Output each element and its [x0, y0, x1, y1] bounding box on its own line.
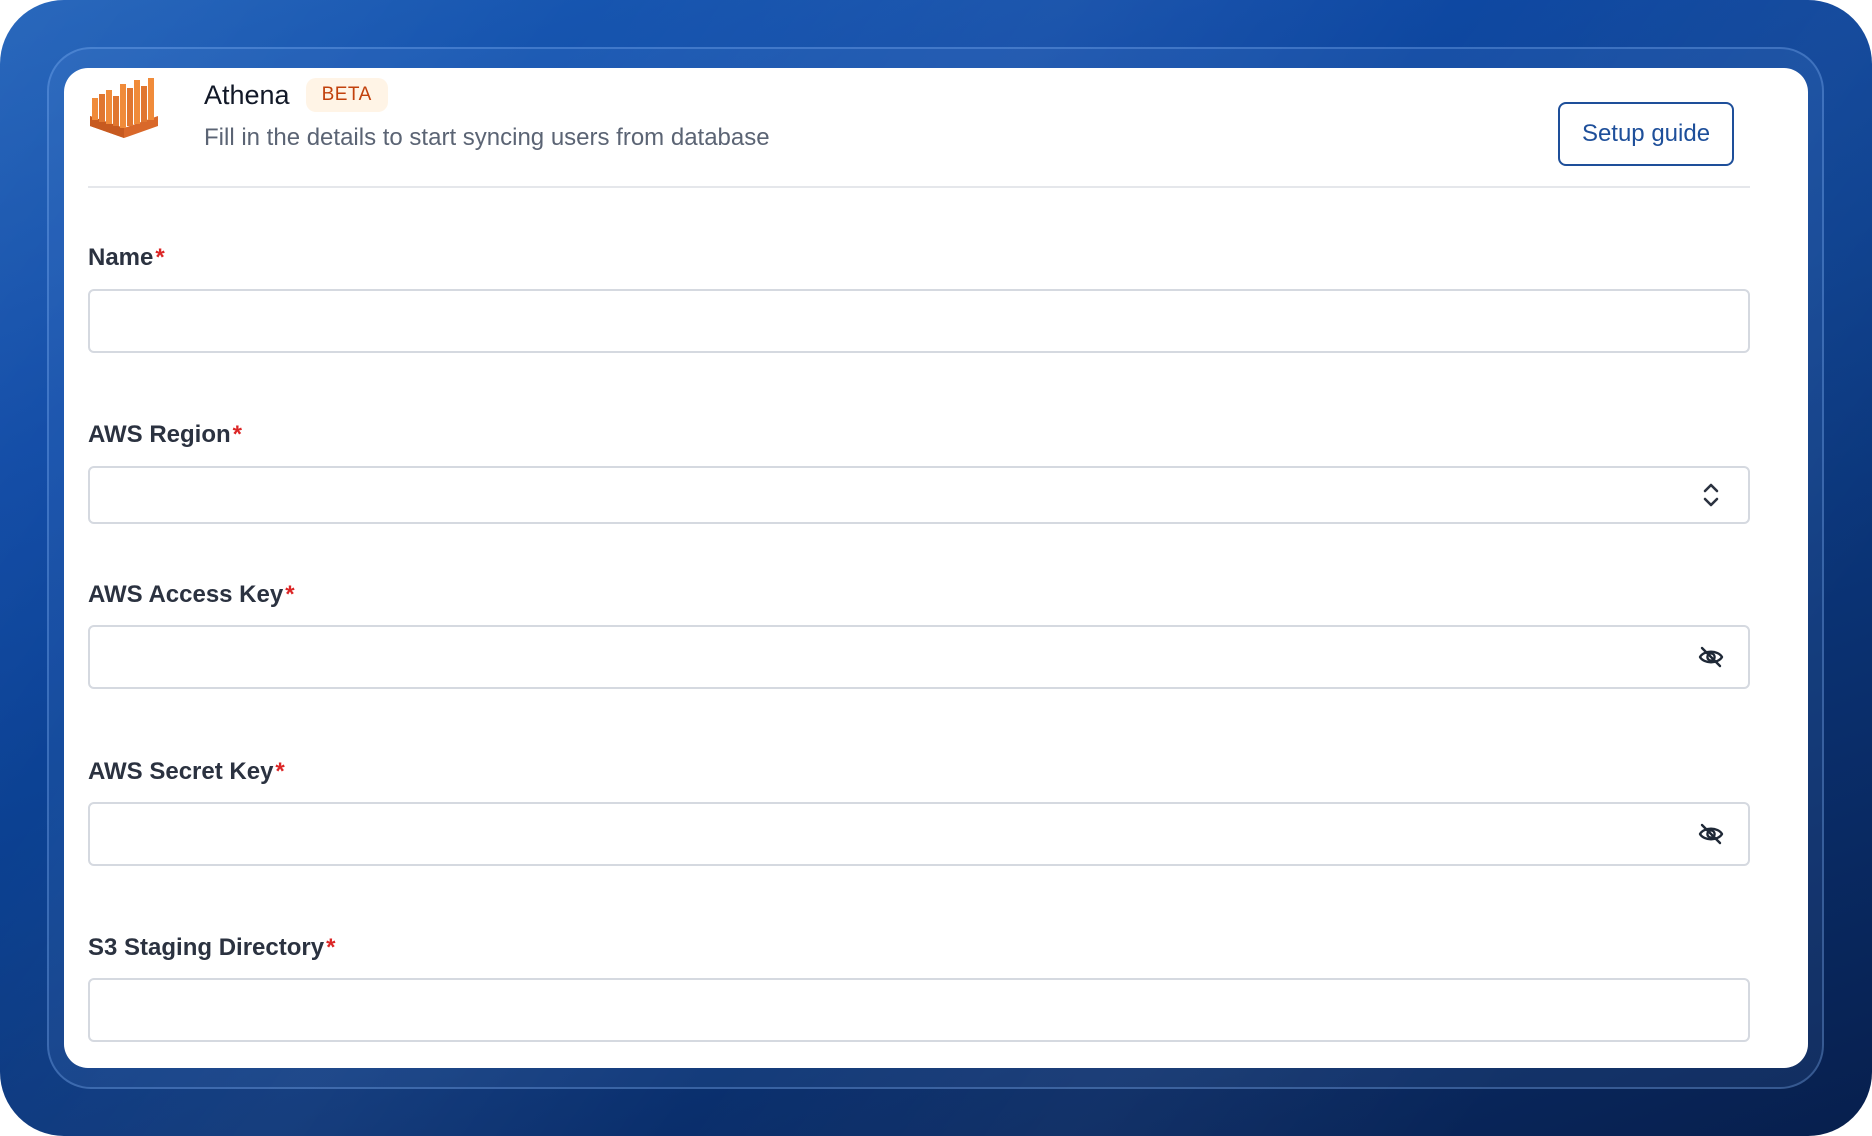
eye-off-icon[interactable]	[1696, 642, 1726, 672]
aws-region-select[interactable]	[88, 466, 1750, 524]
s3-staging-directory-label: S3 Staging Directory*	[88, 934, 335, 962]
setup-guide-button[interactable]: Setup guide	[1558, 102, 1734, 166]
s3-staging-directory-input[interactable]	[88, 978, 1750, 1042]
required-marker: *	[232, 421, 243, 448]
name-label: Name*	[88, 244, 165, 272]
aws-secret-key-label: AWS Secret Key*	[88, 758, 285, 786]
chevron-up-down-icon[interactable]	[1696, 480, 1726, 510]
name-input[interactable]	[88, 289, 1750, 353]
aws-access-key-input[interactable]	[88, 625, 1750, 689]
required-marker: *	[326, 934, 336, 961]
beta-badge: BETA	[305, 78, 388, 112]
header-divider	[88, 186, 1750, 188]
aws-region-label-text: AWS Region	[88, 421, 231, 448]
aws-secret-key-field-wrapper	[88, 802, 1750, 866]
aws-athena-logo-icon	[90, 78, 158, 138]
aws-secret-key-input[interactable]	[88, 802, 1750, 866]
form-header: Athena BETA Fill in the details to start…	[64, 68, 1808, 188]
aws-access-key-field-wrapper	[88, 625, 1750, 689]
title-row: Athena BETA	[204, 78, 388, 112]
aws-region-select-wrapper	[88, 466, 1750, 524]
required-marker: *	[285, 581, 295, 608]
aws-access-key-label: AWS Access Key*	[88, 581, 295, 609]
s3-staging-directory-label-text: S3 Staging Directory	[88, 934, 325, 961]
eye-off-icon[interactable]	[1696, 819, 1726, 849]
name-label-text: Name	[88, 244, 154, 271]
aws-access-key-label-text: AWS Access Key	[88, 581, 284, 608]
page-title: Athena	[204, 79, 290, 110]
connector-form-card: Athena BETA Fill in the details to start…	[64, 68, 1808, 1068]
aws-region-label: AWS Region*	[88, 421, 242, 449]
page-subtitle: Fill in the details to start syncing use…	[204, 124, 770, 151]
required-marker: *	[155, 244, 165, 271]
aws-secret-key-label-text: AWS Secret Key	[88, 758, 274, 785]
required-marker: *	[275, 758, 285, 785]
